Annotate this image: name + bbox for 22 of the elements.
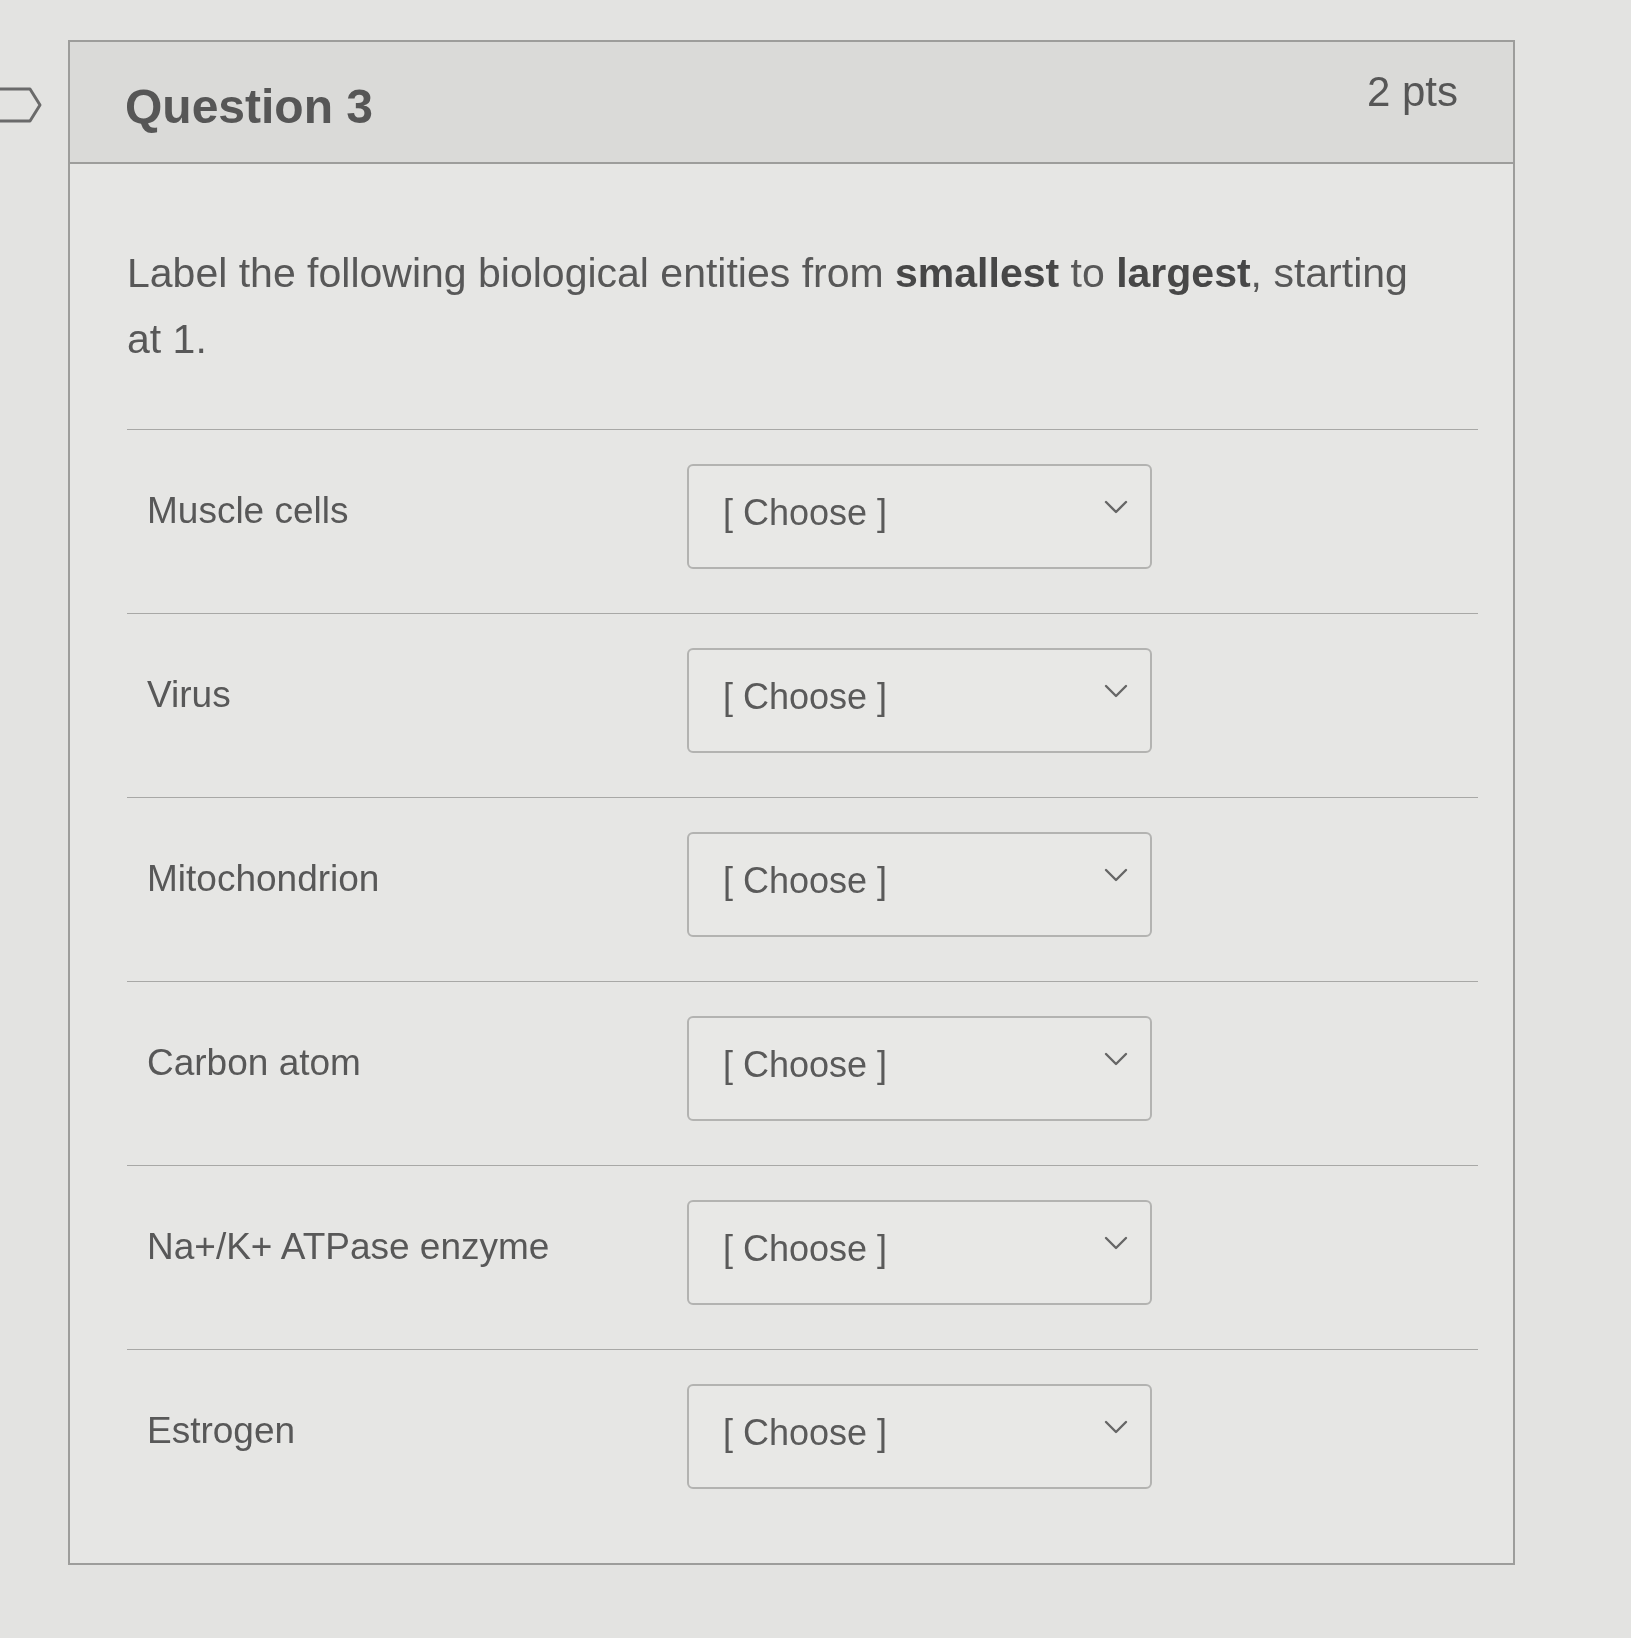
- item-label: Virus: [147, 673, 231, 716]
- flag-icon[interactable]: [0, 86, 42, 124]
- choose-dropdown[interactable]: [ Choose ]: [687, 1384, 1152, 1489]
- item-label: Carbon atom: [147, 1041, 361, 1084]
- chevron-down-icon: [1104, 683, 1128, 698]
- chevron-down-icon: [1104, 867, 1128, 882]
- question-title: Question 3: [125, 78, 374, 134]
- item-label: Muscle cells: [147, 489, 349, 532]
- chevron-down-icon: [1104, 499, 1128, 514]
- choose-dropdown[interactable]: [ Choose ]: [687, 832, 1152, 937]
- choose-dropdown[interactable]: [ Choose ]: [687, 1016, 1152, 1121]
- item-label: Estrogen: [147, 1409, 296, 1452]
- item-label: Mitochondrion: [147, 857, 380, 900]
- question-prompt: Label the following biological entities from smallest to largest, starting at 1.: [127, 249, 1409, 364]
- choose-dropdown[interactable]: [ Choose ]: [687, 648, 1152, 753]
- chevron-down-icon: [1104, 1051, 1128, 1066]
- points-label: 2 pts: [1366, 68, 1458, 116]
- chevron-down-icon: [1104, 1419, 1128, 1434]
- choose-dropdown[interactable]: [ Choose ]: [687, 1200, 1152, 1305]
- choose-dropdown[interactable]: [ Choose ]: [687, 464, 1152, 569]
- item-label: Na+/K+ ATPase enzyme: [147, 1225, 550, 1268]
- chevron-down-icon: [1104, 1235, 1128, 1250]
